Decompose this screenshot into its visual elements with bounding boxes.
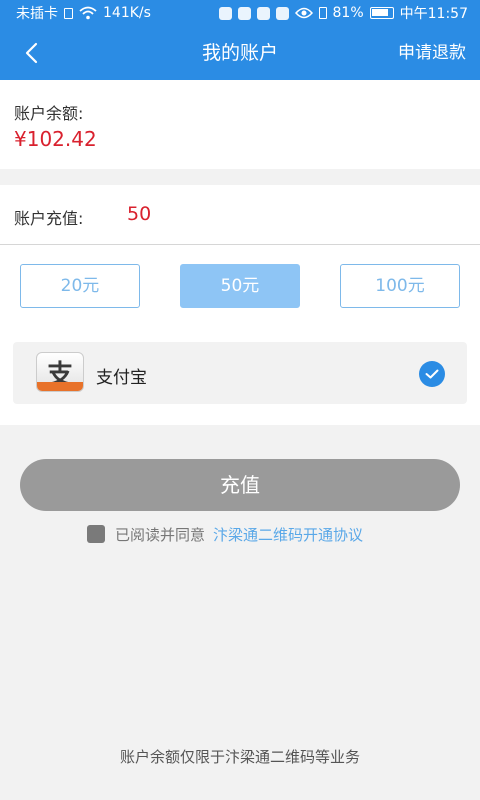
clock: 中午11:57 [399,6,468,22]
status-right: 81% 中午11:57 [218,3,468,23]
amount-option-100[interactable]: 100元 [340,264,460,308]
vibrate-icon [318,7,327,19]
app-notification-icon [237,6,251,20]
battery-icon [369,7,394,19]
battery-percent: 81% [332,5,364,21]
agreement-row: 已阅读并同意 汴梁通二维码开通协议 [87,524,363,544]
amount-option-20[interactable]: 20元 [20,264,140,308]
agreement-checkbox[interactable] [87,525,105,543]
back-button[interactable] [14,36,48,70]
agreement-text: 已阅读并同意 [115,525,206,544]
recharge-amount-row: 账户充值: 50 [0,185,480,245]
wifi-icon [79,6,97,20]
recharge-button[interactable]: 充值 [20,459,460,511]
network-speed: 141K/s [103,5,151,21]
alipay-icon: 支 [36,352,84,392]
footer-note: 账户余额仅限于汴梁通二维码等业务 [119,748,360,766]
payment-method-alipay[interactable]: 支 支付宝 [13,342,467,404]
map-icon [275,6,289,20]
message-icon [256,6,270,20]
refund-button[interactable]: 申请退款 [398,26,466,80]
check-icon[interactable] [419,361,445,387]
sim-icon [64,7,73,19]
status-bar: 未插卡 141K/s 81% 中午11:57 [0,0,480,26]
notification-icon [218,6,232,20]
recharge-label: 账户充值: [14,209,84,228]
nav-bar: 我的账户 申请退款 [0,26,480,80]
carrier-text: 未插卡 [16,6,58,22]
agreement-link[interactable]: 汴梁通二维码开通协议 [213,524,363,545]
amount-option-50[interactable]: 50元 [180,264,300,308]
recharge-value: 50 [127,203,152,225]
recharge-card: 账户充值: 50 20元 50元 100元 支 支付宝 [0,185,480,425]
payment-method-label: 支付宝 [96,368,147,388]
eye-icon [294,7,313,19]
balance-card: 账户余额: ¥102.42 [0,80,480,169]
chevron-left-icon [25,42,38,64]
status-left: 未插卡 141K/s [16,3,151,23]
balance-label: 账户余额: [14,104,84,123]
balance-value: ¥102.42 [14,127,97,151]
